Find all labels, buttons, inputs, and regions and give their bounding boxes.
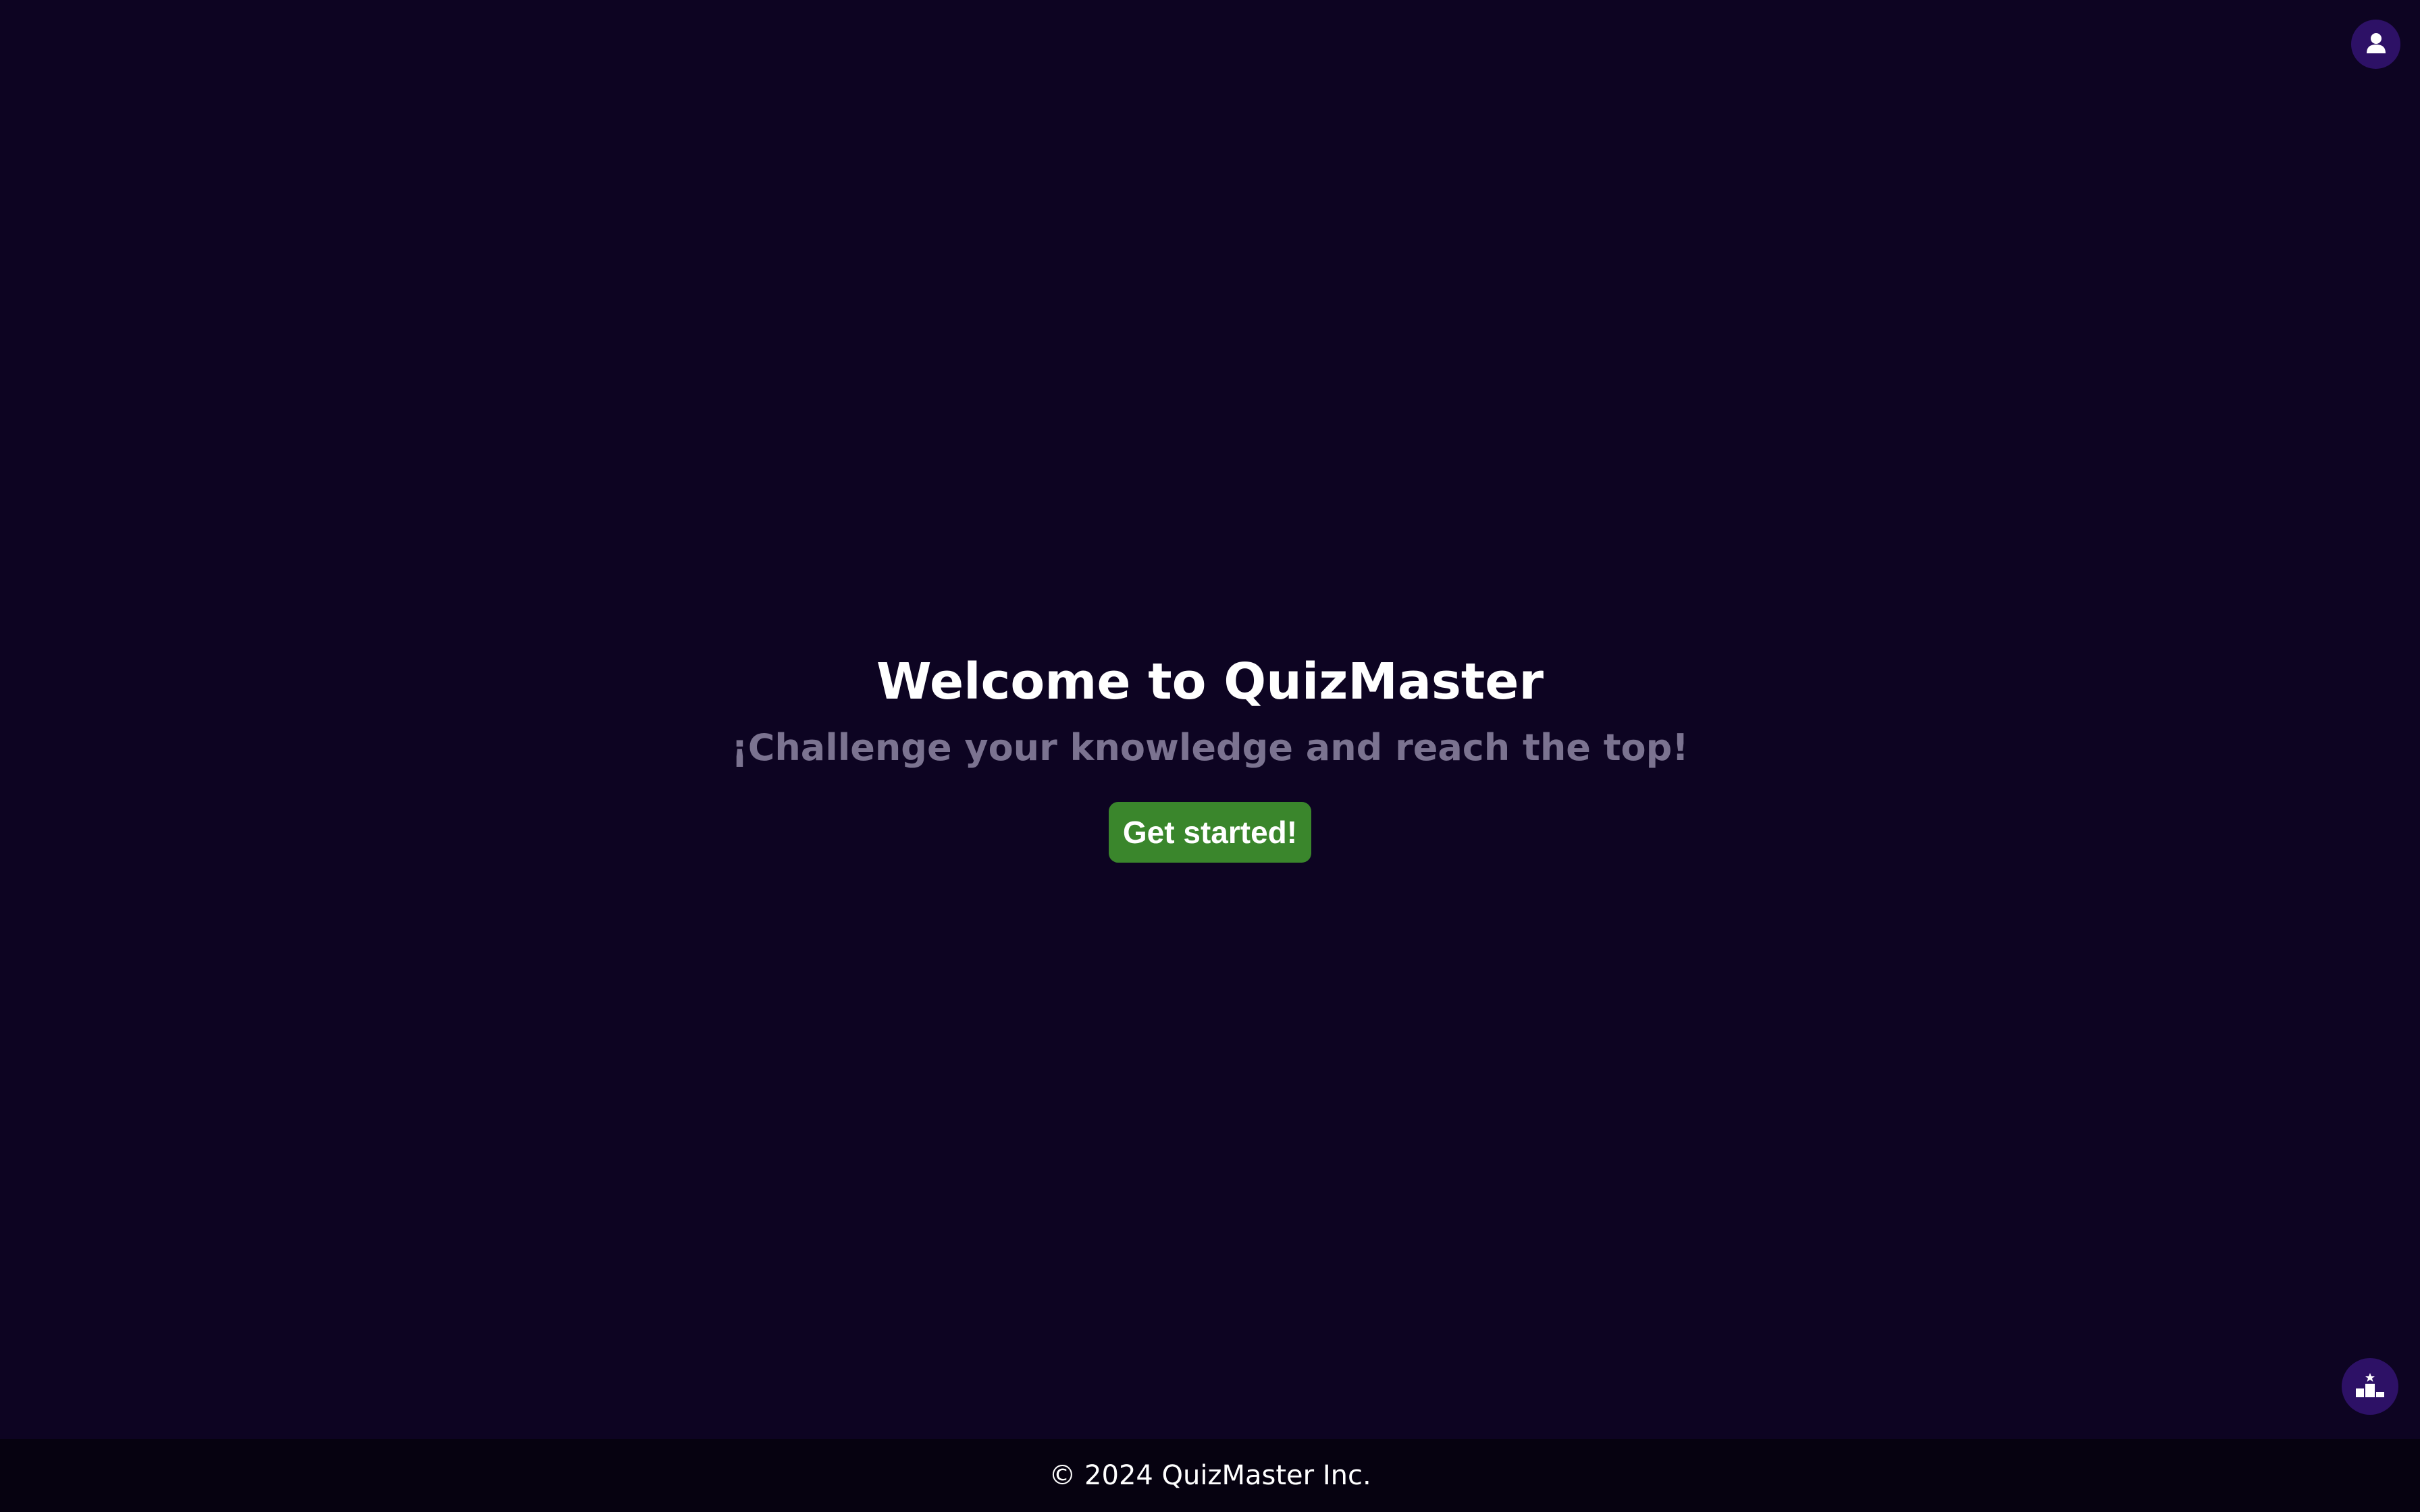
footer: © 2024 QuizMaster Inc. xyxy=(0,1439,2420,1512)
page-subtitle: ¡Challenge your knowledge and reach the … xyxy=(731,726,1689,769)
profile-button[interactable] xyxy=(2351,20,2400,69)
page-title: Welcome to QuizMaster xyxy=(876,653,1544,711)
hero-section: Welcome to QuizMaster ¡Challenge your kn… xyxy=(0,648,2420,863)
footer-copyright: © 2024 QuizMaster Inc. xyxy=(1049,1460,1371,1491)
get-started-button[interactable]: Get started! xyxy=(1108,802,1312,863)
user-icon xyxy=(2366,32,2386,57)
leaderboard-button[interactable] xyxy=(2342,1358,2398,1415)
podium-icon xyxy=(2356,1373,2384,1400)
app-root: Welcome to QuizMaster ¡Challenge your kn… xyxy=(0,0,2420,1512)
